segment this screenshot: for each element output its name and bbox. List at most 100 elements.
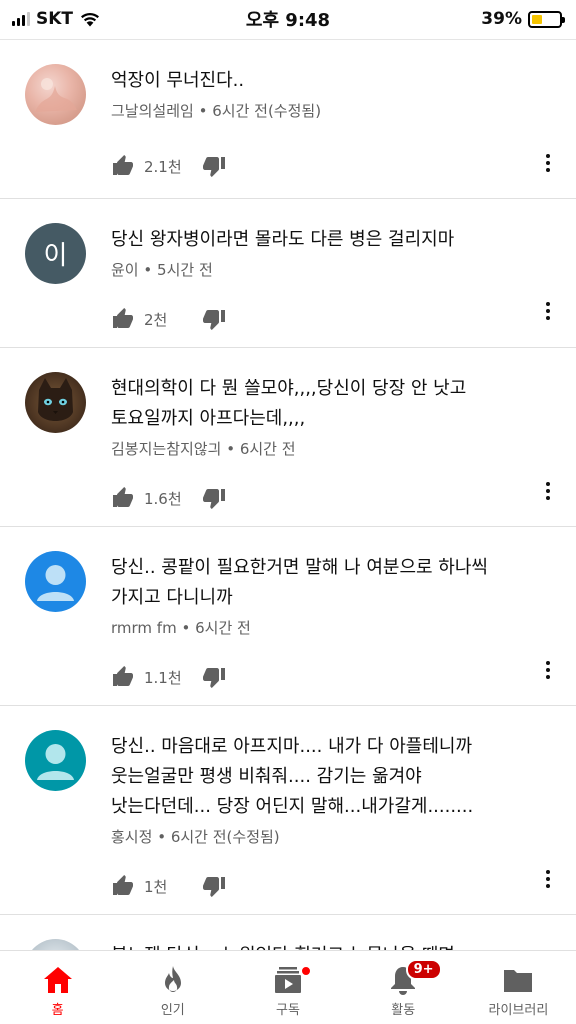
nav-label: 홈: [51, 1003, 64, 1018]
wifi-icon: [81, 12, 100, 27]
user-avatar[interactable]: [25, 730, 86, 791]
comment-item: 이 당신 왕자병이라면 몰라도 다른 병은 걸리지마 윤이 • 5시간 전 2천: [0, 199, 576, 348]
like-count: 1천: [144, 877, 168, 896]
like-button[interactable]: 1.6천: [111, 486, 190, 510]
status-left: SKT: [12, 9, 101, 29]
comments-list[interactable]: 억장이 무너진다.. 그날의설레임 • 6시간 전(수정됨) 2.1천 이 당신…: [0, 40, 576, 950]
user-avatar[interactable]: [25, 939, 86, 950]
more-options-button[interactable]: [540, 482, 556, 500]
comment-author[interactable]: 홍시정: [111, 828, 152, 846]
default-person-avatar-icon: [37, 565, 74, 601]
comment-time: 6시간 전(수정됨): [170, 828, 280, 846]
folder-icon: [504, 970, 533, 992]
nav-library[interactable]: 라이브러리: [461, 951, 576, 1024]
comment-author[interactable]: 그날의설레임: [111, 102, 194, 120]
new-content-dot: [300, 965, 313, 977]
like-button[interactable]: 2천: [111, 307, 190, 331]
more-options-button[interactable]: [540, 661, 556, 679]
thumbs-down-icon: [203, 668, 225, 688]
comment-meta: 그날의설레임 • 6시간 전(수정됨): [111, 100, 536, 122]
user-avatar[interactable]: [25, 372, 86, 433]
comment-body: 억장이 무너진다.. 그날의설레임 • 6시간 전(수정됨) 2.1천: [111, 60, 536, 195]
nav-trending[interactable]: 인기: [115, 951, 230, 1024]
like-button[interactable]: 2.1천: [111, 154, 190, 178]
comment-body: 봇노잼 당신... 누워있다 힘겨고 눈물나올 때면: [111, 935, 536, 950]
photo-avatar-icon: [35, 78, 77, 112]
thumbs-up-icon: [113, 487, 133, 507]
meta-separator: •: [143, 261, 153, 279]
dislike-button[interactable]: [202, 307, 226, 331]
meta-separator: •: [157, 828, 167, 846]
dislike-button[interactable]: [202, 154, 226, 178]
comment-meta: 윤이 • 5시간 전: [111, 259, 536, 281]
comment-author[interactable]: 김봉지는참지않긔: [111, 440, 221, 458]
like-button[interactable]: 1.1천: [111, 665, 190, 689]
nav-label: 라이브러리: [488, 1003, 549, 1018]
battery-icon: [528, 10, 565, 28]
subscriptions-icon: [275, 967, 301, 993]
comment-time: 5시간 전: [157, 261, 213, 279]
notification-badge: 9+: [405, 959, 442, 980]
comment-meta: 김봉지는참지않긔 • 6시간 전: [111, 438, 536, 460]
fire-icon: [164, 966, 181, 993]
comment-time: 6시간 전(수정됨): [212, 102, 322, 120]
comment-item: 억장이 무너진다.. 그날의설레임 • 6시간 전(수정됨) 2.1천: [0, 40, 576, 199]
thumbs-up-icon: [113, 308, 133, 328]
like-count: 1.1천: [144, 668, 182, 687]
dislike-button[interactable]: [202, 874, 226, 898]
comment-item: 봇노잼 당신... 누워있다 힘겨고 눈물나올 때면: [0, 915, 576, 950]
nav-label: 활동: [391, 1003, 416, 1018]
thumbs-down-icon: [203, 157, 225, 177]
cellular-signal-icon: [12, 12, 30, 26]
like-count: 2.1천: [144, 157, 182, 176]
comment-actions: 2천: [111, 290, 536, 348]
comment-actions: 1.1천: [111, 648, 536, 706]
thumbs-up-icon: [113, 666, 133, 686]
like-button[interactable]: 1천: [111, 874, 190, 898]
comment-text: 당신.. 콩팥이 필요한거면 말해 나 여분으로 하나씩 가지고 다니니까: [111, 557, 488, 608]
meta-separator: •: [226, 440, 236, 458]
comment-body: 현대의학이 다 뭔 쓸모야,,,,당신이 당장 안 낫고 토요일까지 아프다는데…: [111, 368, 536, 527]
comment-item: 당신.. 콩팥이 필요한거면 말해 나 여분으로 하나씩 가지고 다니니까 rm…: [0, 527, 576, 706]
nav-label: 인기: [160, 1003, 185, 1018]
battery-level: [532, 14, 543, 24]
comment-body: 당신.. 콩팥이 필요한거면 말해 나 여분으로 하나씩 가지고 다니니까 rm…: [111, 547, 536, 706]
comment-text: 당신.. 마음대로 아프지마.... 내가 다 아플테니까 웃는얼굴만 평생 비…: [111, 736, 474, 817]
more-options-button[interactable]: [540, 154, 556, 172]
home-icon: [43, 967, 72, 993]
thumbs-down-icon: [203, 489, 225, 509]
like-count: 2천: [144, 310, 168, 329]
thumbs-down-icon: [203, 877, 225, 897]
thumbs-up-icon: [113, 875, 133, 895]
comment-text: 억장이 무너진다..: [111, 70, 245, 91]
nav-activity[interactable]: 9+ 활동: [346, 951, 461, 1024]
meta-separator: •: [198, 102, 208, 120]
thumbs-up-icon: [113, 155, 133, 175]
dislike-button[interactable]: [202, 486, 226, 510]
comment-author[interactable]: rmrm fm: [111, 619, 177, 637]
dislike-button[interactable]: [202, 665, 226, 689]
nav-subscriptions[interactable]: 구독: [230, 951, 345, 1024]
user-avatar[interactable]: 이: [25, 223, 86, 284]
cat-photo-avatar-icon: [38, 378, 73, 421]
comment-author[interactable]: 윤이: [111, 261, 139, 279]
thumbs-down-icon: [203, 310, 225, 330]
nav-label: 구독: [276, 1003, 300, 1018]
comment-body: 당신.. 마음대로 아프지마.... 내가 다 아플테니까 웃는얼굴만 평생 비…: [111, 726, 536, 915]
comment-time: 6시간 전: [239, 440, 296, 458]
default-person-avatar-icon: [37, 744, 74, 780]
user-avatar[interactable]: [25, 551, 86, 612]
bottom-navigation: 홈 인기 구독 9+ 활동 라이브러리: [0, 950, 576, 1024]
status-right: 39%: [481, 9, 565, 29]
more-options-button[interactable]: [540, 302, 556, 320]
status-bar: SKT 오후 9:48 39%: [0, 0, 576, 38]
comment-text: 현대의학이 다 뭔 쓸모야,,,,당신이 당장 안 낫고 토요일까지 아프다는데…: [111, 378, 467, 429]
comment-body: 당신 왕자병이라면 몰라도 다른 병은 걸리지마 윤이 • 5시간 전 2천: [111, 219, 536, 348]
comment-meta: 홍시정 • 6시간 전(수정됨): [111, 826, 536, 848]
meta-separator: •: [181, 619, 191, 637]
comment-item: 현대의학이 다 뭔 쓸모야,,,,당신이 당장 안 낫고 토요일까지 아프다는데…: [0, 348, 576, 527]
nav-home[interactable]: 홈: [0, 951, 115, 1024]
user-avatar[interactable]: [25, 64, 86, 125]
more-options-button[interactable]: [540, 870, 556, 888]
battery-percent: 39%: [481, 9, 522, 29]
